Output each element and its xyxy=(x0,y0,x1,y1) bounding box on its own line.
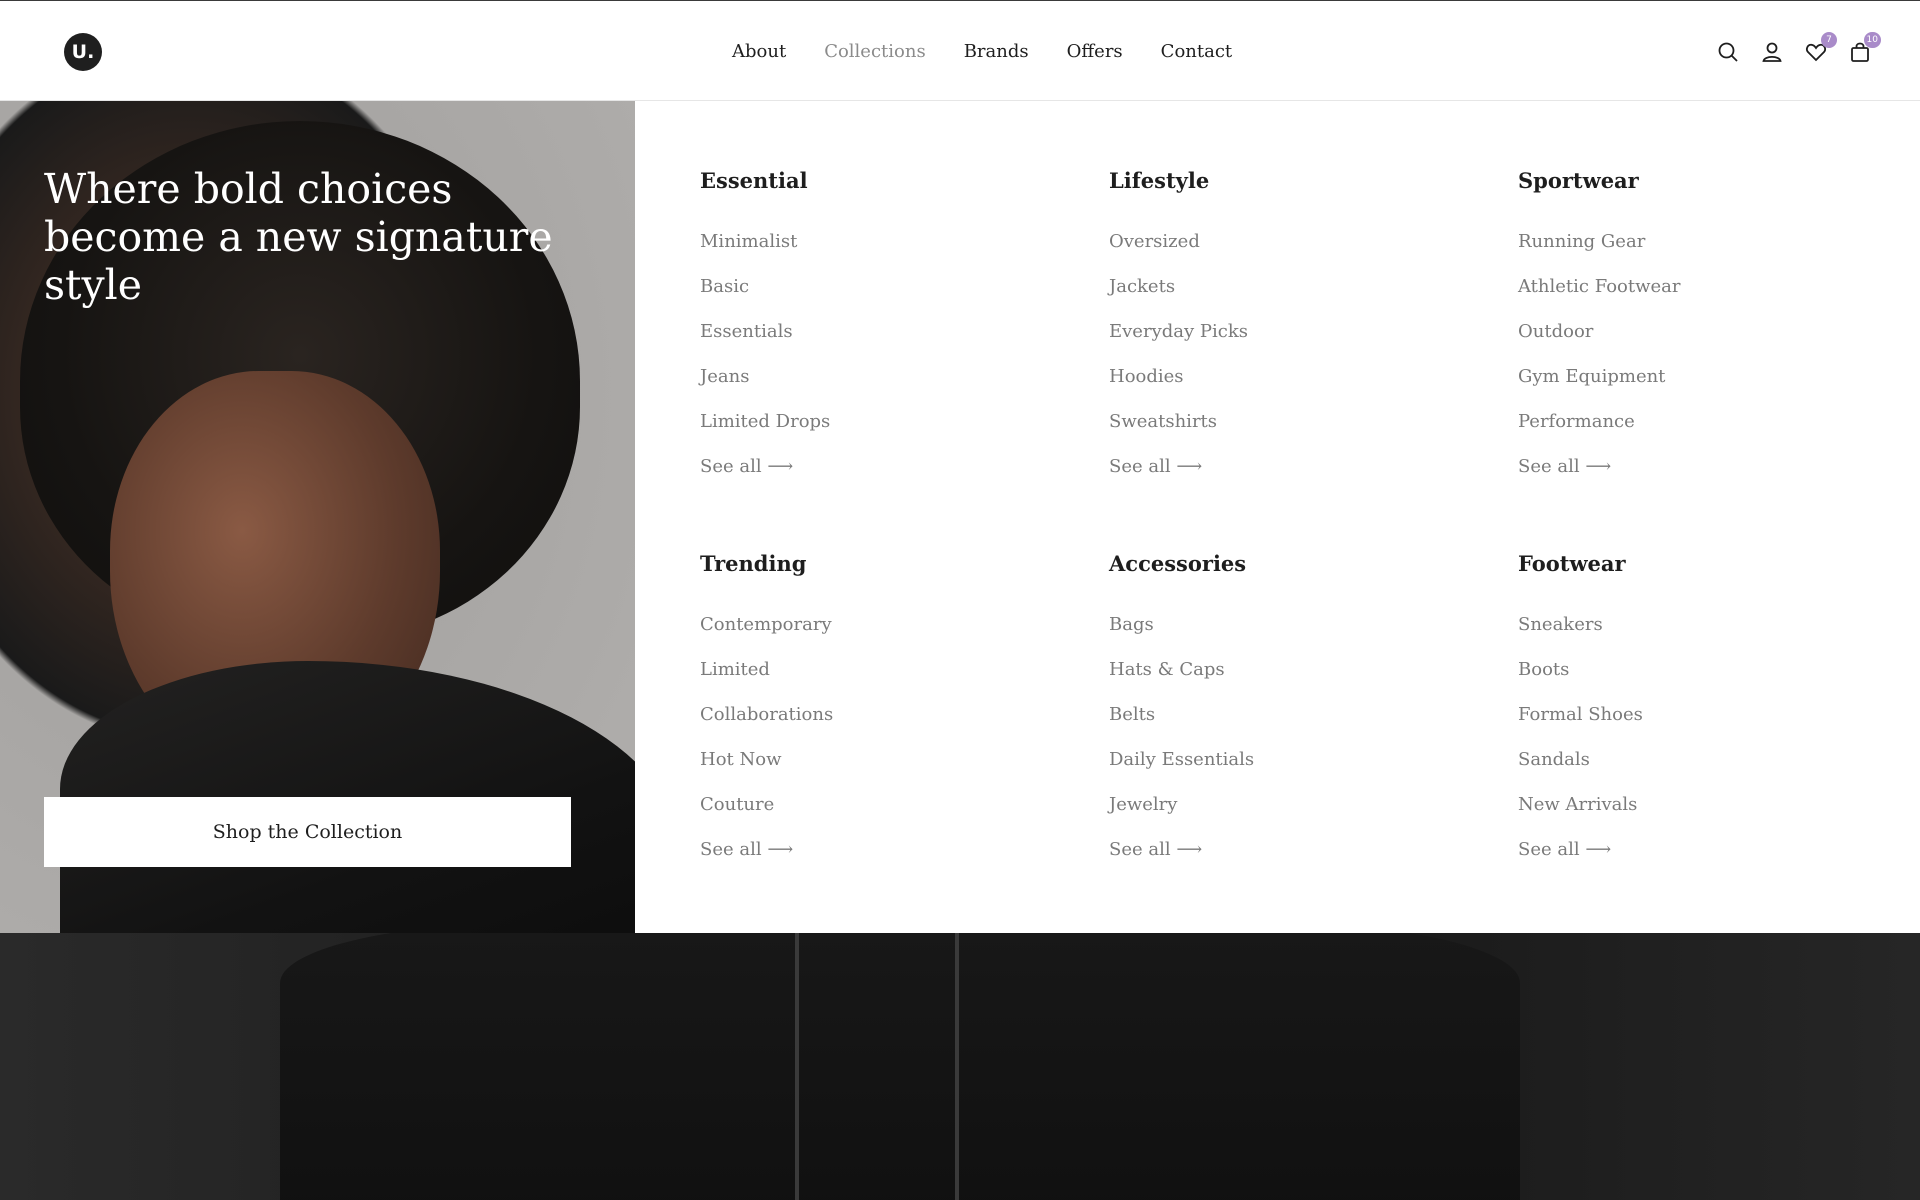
menu-column-title: Trending xyxy=(700,551,807,576)
heart-icon[interactable]: 7 xyxy=(1804,32,1837,64)
nav-offers[interactable]: Offers xyxy=(1067,39,1123,65)
hero-headline: Where bold choices become a new signatur… xyxy=(44,165,553,309)
menu-column-trending: Trending Contemporary Limited Collaborat… xyxy=(700,550,1060,882)
hero-panel: Where bold choices become a new signatur… xyxy=(0,101,635,933)
menu-link[interactable]: Gym Equipment xyxy=(1518,364,1878,409)
nav-about[interactable]: About xyxy=(732,39,786,65)
menu-link[interactable]: Sweatshirts xyxy=(1109,409,1469,454)
shop-collection-button[interactable]: Shop the Collection xyxy=(44,797,571,867)
menu-link[interactable]: Hot Now xyxy=(700,747,1060,792)
menu-column-accessories: Accessories Bags Hats & Caps Belts Daily… xyxy=(1109,550,1469,882)
menu-column-lifestyle: Lifestyle Oversized Jackets Everyday Pic… xyxy=(1109,167,1469,499)
menu-link[interactable]: Limited xyxy=(700,657,1060,702)
jacket-image xyxy=(280,933,1520,1200)
see-all-link[interactable]: See all ⟶ xyxy=(1518,454,1878,499)
menu-link[interactable]: Oversized xyxy=(1109,229,1469,274)
nav-collections[interactable]: Collections xyxy=(824,39,926,65)
menu-link[interactable]: Limited Drops xyxy=(700,409,1060,454)
menu-column-footwear: Footwear Sneakers Boots Formal Shoes San… xyxy=(1518,550,1878,882)
cart-count-badge: 10 xyxy=(1863,32,1881,48)
header-icons: 7 10 xyxy=(1716,32,1881,67)
zipper-detail xyxy=(955,933,959,1200)
background-image-section xyxy=(0,933,1920,1200)
menu-link[interactable]: Daily Essentials xyxy=(1109,747,1469,792)
menu-link[interactable]: Bags xyxy=(1109,612,1469,657)
menu-link[interactable]: Boots xyxy=(1518,657,1878,702)
user-icon[interactable] xyxy=(1760,40,1784,64)
menu-column-title: Accessories xyxy=(1109,551,1247,576)
menu-link[interactable]: Sandals xyxy=(1518,747,1878,792)
search-icon[interactable] xyxy=(1716,40,1740,64)
page: U. About Collections Brands Offers Conta… xyxy=(0,0,1920,1200)
menu-link[interactable]: Running Gear xyxy=(1518,229,1878,274)
wishlist-count-badge: 7 xyxy=(1821,32,1837,48)
menu-link[interactable]: Belts xyxy=(1109,702,1469,747)
menu-column-essential: Essential Minimalist Basic Essentials Je… xyxy=(700,167,1060,499)
menu-link[interactable]: Athletic Footwear xyxy=(1518,274,1878,319)
mega-menu: Essential Minimalist Basic Essentials Je… xyxy=(635,101,1920,933)
see-all-link[interactable]: See all ⟶ xyxy=(700,837,1060,882)
brand-logo[interactable]: U. xyxy=(64,33,102,71)
menu-link[interactable]: Jackets xyxy=(1109,274,1469,319)
menu-column-title: Essential xyxy=(700,168,808,193)
menu-link[interactable]: Collaborations xyxy=(700,702,1060,747)
menu-link[interactable]: Hats & Caps xyxy=(1109,657,1469,702)
menu-link[interactable]: Formal Shoes xyxy=(1518,702,1878,747)
menu-link[interactable]: Basic xyxy=(700,274,1060,319)
menu-link[interactable]: Jeans xyxy=(700,364,1060,409)
site-header: U. About Collections Brands Offers Conta… xyxy=(0,0,1920,101)
menu-column-sportwear: Sportwear Running Gear Athletic Footwear… xyxy=(1518,167,1878,499)
menu-link[interactable]: Couture xyxy=(700,792,1060,837)
menu-link[interactable]: New Arrivals xyxy=(1518,792,1878,837)
main-nav: About Collections Brands Offers Contact xyxy=(732,39,1232,65)
menu-link[interactable]: Outdoor xyxy=(1518,319,1878,364)
menu-link[interactable]: Contemporary xyxy=(700,612,1060,657)
see-all-link[interactable]: See all ⟶ xyxy=(1518,837,1878,882)
menu-column-title: Footwear xyxy=(1518,551,1626,576)
nav-contact[interactable]: Contact xyxy=(1161,39,1232,65)
zipper-detail xyxy=(795,933,799,1200)
nav-brands[interactable]: Brands xyxy=(964,39,1029,65)
bag-icon[interactable]: 10 xyxy=(1848,32,1881,64)
menu-link[interactable]: Essentials xyxy=(700,319,1060,364)
menu-link[interactable]: Minimalist xyxy=(700,229,1060,274)
see-all-link[interactable]: See all ⟶ xyxy=(700,454,1060,499)
menu-column-title: Sportwear xyxy=(1518,168,1639,193)
see-all-link[interactable]: See all ⟶ xyxy=(1109,454,1469,499)
menu-link[interactable]: Jewelry xyxy=(1109,792,1469,837)
menu-link[interactable]: Everyday Picks xyxy=(1109,319,1469,364)
menu-link[interactable]: Sneakers xyxy=(1518,612,1878,657)
menu-column-title: Lifestyle xyxy=(1109,168,1210,193)
menu-link[interactable]: Performance xyxy=(1518,409,1878,454)
menu-link[interactable]: Hoodies xyxy=(1109,364,1469,409)
see-all-link[interactable]: See all ⟶ xyxy=(1109,837,1469,882)
